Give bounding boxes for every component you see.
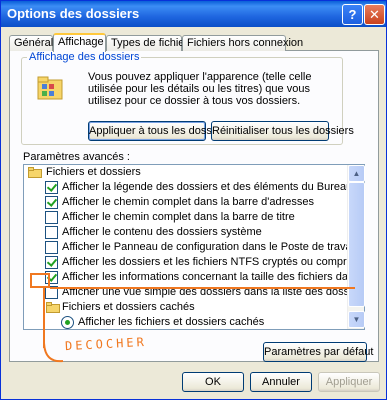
checkbox-panneau-configuration[interactable] [45, 241, 58, 254]
option-label: Afficher le Panneau de configuration dan… [62, 241, 357, 253]
option-label: Afficher les dossiers et les fichiers NT… [62, 256, 364, 268]
advanced-settings-list[interactable]: Fichiers et dossiers Afficher la légende… [23, 164, 365, 330]
apply-to-all-folders-button[interactable]: Appliquer à tous les dossiers [88, 121, 230, 141]
apply-button[interactable]: Appliquer [318, 372, 380, 392]
checkbox-afficher-legende[interactable] [45, 181, 58, 194]
checkbox-chemin-barre-titre[interactable] [45, 211, 58, 224]
tree-item-fichiers-caches: Fichiers et dossiers cachés [62, 301, 195, 313]
scroll-down-arrow[interactable]: ▼ [348, 311, 365, 328]
tab-affichage[interactable]: Affichage [53, 33, 106, 52]
folder-views-description: Vous pouvez appliquer l'apparence (telle… [88, 71, 312, 107]
option-label: Afficher le contenu des dossiers système [62, 226, 262, 238]
reset-all-folders-button[interactable]: Réinitialiser tous les dossiers [211, 121, 354, 141]
checkbox-chemin-barre-adresses[interactable] [45, 196, 58, 209]
option-label: Afficher les informations concernant la … [62, 271, 364, 283]
option-label: Afficher le chemin complet dans la barre… [62, 196, 314, 208]
checkbox-contenu-dossiers-systeme[interactable] [45, 226, 58, 239]
tree-item-fichiers-et-dossiers: Fichiers et dossiers [46, 166, 141, 178]
scroll-up-arrow[interactable]: ▲ [348, 165, 365, 182]
folder-views-title: Affichage des dossiers [27, 51, 142, 63]
restore-defaults-button[interactable]: Paramètres par défaut [263, 342, 373, 362]
annotation-underline [50, 287, 355, 289]
advanced-settings-label: Paramètres avancés : [23, 151, 130, 163]
option-label: Afficher la légende des dossiers et des … [62, 181, 353, 193]
window-title: Options des dossiers [7, 6, 140, 21]
tab-general[interactable]: Général [9, 35, 53, 51]
option-label: Afficher les fichiers et dossiers cachés [78, 316, 265, 328]
annotation-highlight-box [30, 273, 50, 288]
folder-icon [46, 302, 60, 313]
ok-button[interactable]: OK [182, 372, 244, 392]
tab-fichiers-hors-connexion[interactable]: Fichiers hors connexion [182, 35, 303, 51]
radio-afficher-caches[interactable] [61, 316, 74, 329]
close-button[interactable]: ✕ [364, 4, 385, 25]
cancel-button[interactable]: Annuler [250, 372, 312, 392]
annotation-arrow-line [43, 288, 45, 348]
folder-options-dialog: Options des dossiers ? ✕ Général Afficha… [0, 0, 387, 400]
help-button[interactable]: ? [342, 4, 363, 25]
folder-views-icon [37, 76, 63, 100]
option-label: Afficher le chemin complet dans la barre… [62, 211, 295, 223]
title-bar[interactable]: Options des dossiers [1, 1, 386, 27]
checkbox-ntfs-couleur[interactable] [45, 256, 58, 269]
folder-icon [28, 167, 42, 178]
tab-types-de-fichiers[interactable]: Types de fichiers [106, 35, 194, 51]
vertical-scrollbar[interactable]: ▲ ▼ [347, 165, 365, 329]
